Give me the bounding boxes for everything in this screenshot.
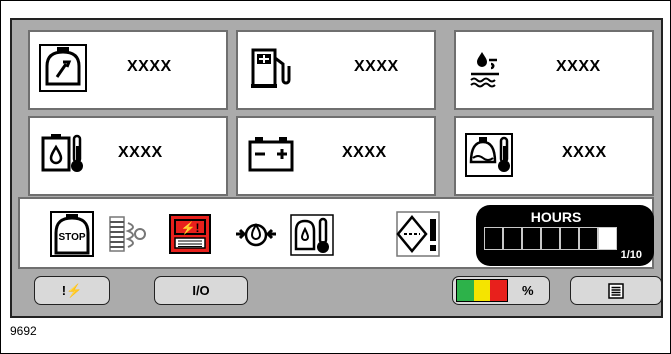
tile-oil-temperature[interactable]: XXXX (454, 116, 654, 196)
tile-value: XXXX (562, 144, 607, 161)
tile-value: XXXX (342, 144, 387, 161)
tile-value: XXXX (556, 58, 601, 75)
menu-button[interactable] (570, 276, 662, 305)
tile-value: XXXX (118, 144, 163, 161)
fuel-gauge-bar (456, 279, 508, 302)
panel-symbol: ⚡! (181, 221, 200, 235)
percent-label: % (522, 283, 534, 298)
fault-log-button[interactable]: !⚡ (34, 276, 110, 305)
list-menu-icon (608, 282, 624, 299)
fuel-temperature-icon (41, 134, 83, 172)
gauge-red (490, 280, 508, 301)
tile-value: XXXX (354, 58, 399, 75)
io-label: I/O (192, 283, 210, 298)
hours-page-indicator: 1/10 (620, 249, 642, 261)
gauge-yellow (473, 280, 491, 301)
tile-coolant-level[interactable]: XXXX (454, 30, 654, 110)
stop-engine-icon[interactable]: STOP (50, 211, 94, 257)
tile-fuel-level[interactable]: XXXX (236, 30, 436, 110)
fuel-gauge-button[interactable]: % (452, 276, 550, 305)
fuel-pump-icon (251, 48, 291, 88)
hours-segment (579, 227, 598, 250)
control-panel-alarm-icon[interactable]: ⚡! (168, 211, 212, 257)
tile-engine-service[interactable]: XXXX (28, 30, 228, 110)
oil-pressure-icon[interactable] (234, 211, 278, 257)
hours-meter[interactable]: HOURS 1/10 (476, 205, 654, 266)
battery-icon (248, 137, 294, 172)
engine-wrench-icon (39, 44, 87, 92)
service-warning-icon[interactable] (396, 211, 440, 257)
hours-title: HOURS (530, 209, 582, 225)
io-button[interactable]: I/O (154, 276, 248, 305)
figure-number: 9692 (10, 324, 37, 338)
status-bar: STOP ⚡! HOURS 1/10 (18, 197, 654, 269)
tile-fuel-temperature[interactable]: XXXX (28, 116, 228, 196)
coolant-level-icon (470, 52, 499, 88)
hours-segment (598, 227, 617, 250)
tile-value: XXXX (127, 58, 172, 75)
stop-label: STOP (58, 232, 85, 243)
display-panel: XXXX XXXX XXXX XXXX XXXX XXXX (10, 18, 663, 318)
hours-segment (503, 227, 522, 250)
hours-segment (560, 227, 579, 250)
fault-label: !⚡ (61, 282, 83, 298)
hours-segment (541, 227, 560, 250)
hours-segment (522, 227, 541, 250)
hours-segment (484, 227, 503, 250)
oil-temperature-icon (465, 133, 513, 177)
tile-battery-voltage[interactable]: XXXX (236, 116, 436, 196)
air-filter-icon[interactable] (104, 211, 148, 257)
oil-temperature-icon[interactable] (290, 211, 334, 257)
gauge-green (457, 280, 474, 301)
